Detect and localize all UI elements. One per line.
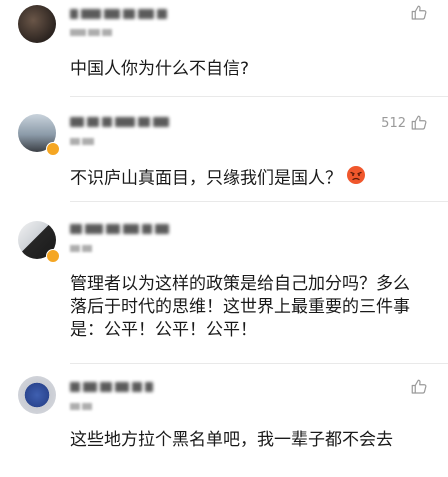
verified-badge-icon xyxy=(46,142,60,156)
verified-badge-icon xyxy=(46,249,60,263)
username-blurred[interactable] xyxy=(70,222,169,236)
comment-item: 这些地方拉个黑名单吧，我一辈子都不会去 xyxy=(0,363,448,477)
thumbs-up-icon xyxy=(410,4,428,22)
comment-text: 这些地方拉个黑名单吧，我一辈子都不会去 xyxy=(70,430,393,450)
username-blurred[interactable] xyxy=(70,380,153,394)
comment-text: 管理者以为这样的政策是给自己加分吗？多么落后于时代的思维！这世界上最重要的三件事… xyxy=(70,274,410,340)
thumbs-up-icon xyxy=(410,378,428,396)
timestamp-blurred xyxy=(70,245,92,255)
comment-item: 管理者以为这样的政策是给自己加分吗？多么落后于时代的思维！这世界上最重要的三件事… xyxy=(0,201,448,356)
like-button[interactable] xyxy=(406,378,428,396)
username-blurred[interactable] xyxy=(70,7,167,21)
like-button[interactable] xyxy=(406,4,428,22)
thumbs-up-icon xyxy=(410,114,428,132)
comment-item: 中国人你为什么不自信? xyxy=(0,0,448,95)
avatar[interactable] xyxy=(18,5,56,43)
timestamp-blurred xyxy=(70,29,112,39)
like-button[interactable]: 512 xyxy=(381,114,428,132)
comment-text-body: 不识庐山真面目，只缘我们是国人？ xyxy=(70,168,342,189)
comment-text: 不识庐山真面目，只缘我们是国人？ xyxy=(70,165,428,192)
like-count: 512 xyxy=(381,115,406,131)
avatar[interactable] xyxy=(18,376,56,414)
username-blurred[interactable] xyxy=(70,115,169,129)
comment-text: 中国人你为什么不自信? xyxy=(70,59,250,79)
comment-item: 512 不识庐山真面目，只缘我们是国人？ xyxy=(0,96,448,201)
timestamp-blurred xyxy=(70,138,94,148)
angry-face-emoji xyxy=(346,165,366,192)
timestamp-blurred xyxy=(70,403,92,413)
